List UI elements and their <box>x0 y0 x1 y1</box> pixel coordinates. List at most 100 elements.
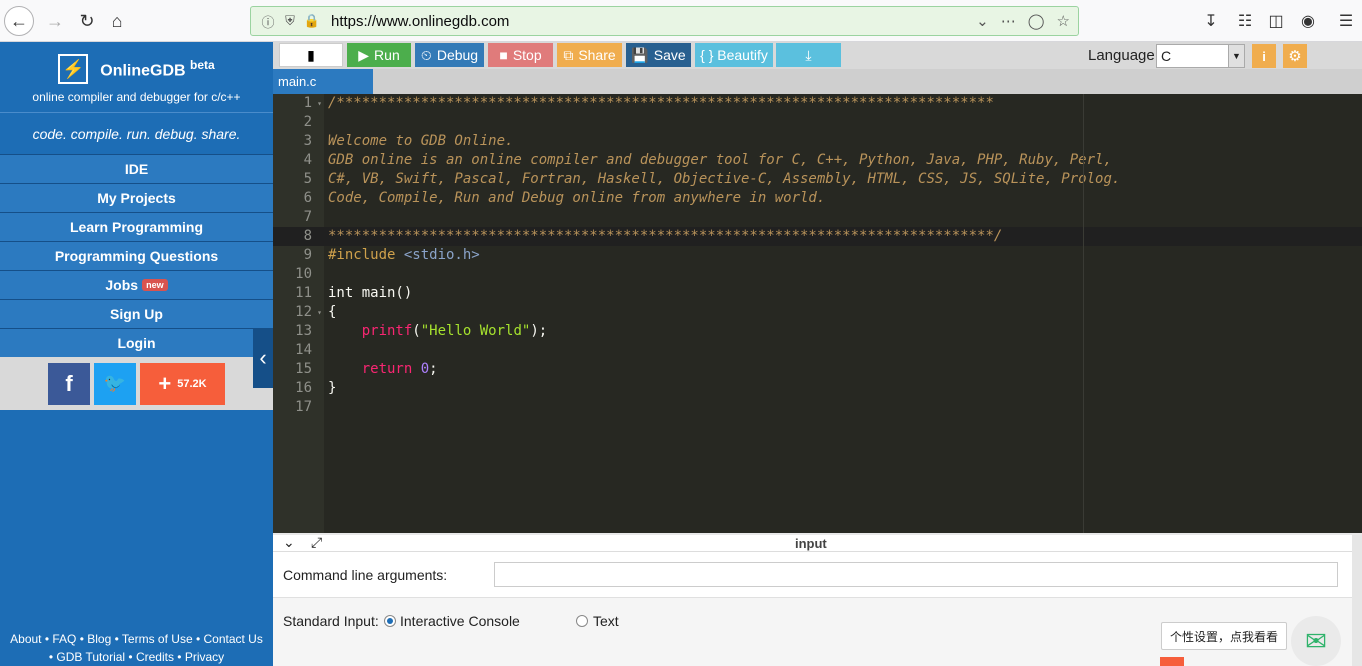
sidebar-item-my-projects[interactable]: My Projects <box>0 183 273 212</box>
text-label[interactable]: Text <box>593 613 619 629</box>
interactive-console-radio[interactable] <box>384 615 396 627</box>
expand-icon[interactable]: ⤢ <box>311 534 322 551</box>
code-line[interactable]: Code, Compile, Run and Debug online from… <box>324 189 1362 208</box>
share-count-button[interactable]: + 57.2K <box>140 362 225 405</box>
code-line[interactable] <box>324 341 1362 360</box>
code-line[interactable] <box>324 265 1362 284</box>
footer-line-2[interactable]: • GDB Tutorial • Credits • Privacy <box>0 648 273 666</box>
code-editor[interactable]: 1 ▾ 2 3 4 5 6 7 8 9 10 11 12 ▾ 13 14 15 16… <box>273 94 1362 533</box>
gear-icon[interactable]: ⚙ <box>1283 44 1307 68</box>
code-line[interactable]: printf("Hello World"); <box>324 322 1362 341</box>
file-icon: ▮ <box>307 46 315 63</box>
home-icon[interactable]: ⌂ <box>102 6 132 36</box>
std-input-label: Standard Input: <box>283 613 379 629</box>
text-radio[interactable] <box>576 615 588 627</box>
line-number: 4 <box>303 152 312 168</box>
line-number: 10 <box>295 266 312 282</box>
code-line[interactable]: ****************************************… <box>324 227 1362 246</box>
url-text[interactable]: https://www.onlinegdb.com <box>331 13 976 30</box>
code-line[interactable]: int main() <box>324 284 1362 303</box>
lock-icon[interactable]: 🔒 <box>303 12 321 30</box>
more-icon[interactable]: ⋯ <box>1001 12 1016 30</box>
chevron-down-icon: ▼ <box>1228 45 1244 67</box>
language-select[interactable]: C ▼ <box>1156 44 1245 68</box>
star-icon[interactable]: ☆ <box>1057 12 1070 30</box>
forward-icon[interactable]: → <box>40 6 70 36</box>
brand: ⚡ OnlineGDB beta online compiler and deb… <box>0 42 273 112</box>
line-number: 1 ▾ <box>303 95 322 111</box>
brand-subtitle: online compiler and debugger for c/c++ <box>32 90 241 104</box>
info-icon[interactable]: ⓘ <box>259 12 277 30</box>
play-icon: ▶ <box>358 46 370 63</box>
stop-button[interactable]: ■ Stop <box>488 43 553 67</box>
line-number: 15 <box>295 361 312 377</box>
save-button[interactable]: 💾 Save <box>626 43 691 67</box>
info-icon[interactable]: i <box>1252 44 1276 68</box>
debug-button[interactable]: ⏲ Debug <box>415 43 484 67</box>
sidebar-icon[interactable]: ◫ <box>1264 9 1288 33</box>
beautify-button[interactable]: { } Beautify <box>695 43 773 67</box>
command-line-arguments-input[interactable] <box>494 562 1338 587</box>
floppy-icon: 💾 <box>631 46 649 63</box>
line-number: 3 <box>303 133 312 149</box>
code-line[interactable]: Welcome to GDB Online. <box>324 132 1362 151</box>
brand-name[interactable]: OnlineGDB beta <box>100 58 214 80</box>
back-icon[interactable]: ← <box>4 6 34 36</box>
share-count: 57.2K <box>177 377 207 390</box>
reload-icon[interactable]: ↻ <box>72 6 102 36</box>
cla-label: Command line arguments: <box>283 567 448 583</box>
line-number: 17 <box>295 399 312 415</box>
code-line[interactable] <box>324 113 1362 132</box>
line-number: 8 <box>273 227 324 246</box>
language-label: Language <box>1088 47 1155 64</box>
twitter-icon[interactable]: 🐦 <box>94 362 136 405</box>
input-panel-header: ⌄ ⤢ input <box>273 534 1362 552</box>
code-line[interactable] <box>324 398 1362 417</box>
sidebar-item-learn-programming[interactable]: Learn Programming <box>0 212 273 241</box>
code-area[interactable]: /***************************************… <box>324 94 1362 533</box>
sidebar-item-sign-up[interactable]: Sign Up <box>0 299 273 328</box>
mail-icon[interactable]: ✉ <box>1291 616 1341 666</box>
settings-tooltip[interactable]: 个性设置，点我看看 <box>1161 622 1287 650</box>
collapse-sidebar-chevron-left-icon[interactable]: ‹ <box>253 328 273 388</box>
download-button[interactable]: ⤓ <box>776 43 841 67</box>
pocket-icon[interactable]: ◯ <box>1028 12 1045 30</box>
sidebar-item-login[interactable]: Login <box>0 328 273 357</box>
sidebar-item-ide[interactable]: IDE <box>0 154 273 183</box>
download-icon[interactable]: ↧ <box>1199 9 1223 33</box>
logo-icon[interactable]: ⚡ <box>58 54 89 84</box>
floating-widget-icon[interactable] <box>1160 657 1184 666</box>
share-button[interactable]: ⧉ Share <box>557 43 622 67</box>
print-margin <box>1083 94 1084 533</box>
code-line[interactable]: GDB online is an online compiler and deb… <box>324 151 1362 170</box>
code-line[interactable]: return 0; <box>324 360 1362 379</box>
tab-main-c[interactable]: main.c <box>273 69 373 94</box>
run-button[interactable]: ▶ Run <box>347 43 411 67</box>
social-share-bar: f 🐦 + 57.2K <box>0 357 273 410</box>
code-line[interactable]: { <box>324 303 1362 322</box>
new-file-button[interactable]: ▮ <box>279 43 343 67</box>
file-tabs: main.c <box>273 69 1362 94</box>
code-line[interactable] <box>324 208 1362 227</box>
address-bar[interactable]: ⓘ ⛨ 🔒 https://www.onlinegdb.com ⌄ ⋯ ◯ ☆ <box>250 6 1079 36</box>
chevron-down-icon[interactable]: ⌄ <box>283 534 295 551</box>
chevron-down-icon[interactable]: ⌄ <box>976 12 989 30</box>
footer-line-1[interactable]: About • FAQ • Blog • Terms of Use • Cont… <box>0 630 273 648</box>
code-line[interactable]: #include <stdio.h> <box>324 246 1362 265</box>
interactive-console-label[interactable]: Interactive Console <box>400 613 520 629</box>
menu-icon[interactable]: ☰ <box>1334 9 1358 33</box>
input-panel-title: input <box>795 536 827 551</box>
code-line[interactable]: /***************************************… <box>324 94 1362 113</box>
shield-icon[interactable]: ⛨ <box>281 12 299 30</box>
tagline: code. compile. run. debug. share. <box>0 112 273 154</box>
line-number: 2 <box>303 114 312 130</box>
facebook-icon[interactable]: f <box>48 362 90 405</box>
sidebar-item-jobs[interactable]: Jobs new <box>0 270 273 299</box>
code-line[interactable]: } <box>324 379 1362 398</box>
account-icon[interactable]: ◉ <box>1296 9 1320 33</box>
code-line[interactable]: C#, VB, Swift, Pascal, Fortran, Haskell,… <box>324 170 1362 189</box>
sidebar-item-programming-questions[interactable]: Programming Questions <box>0 241 273 270</box>
library-icon[interactable]: ☷ <box>1233 9 1257 33</box>
stop-icon: ■ <box>499 47 508 63</box>
scrollbar[interactable] <box>1352 535 1362 666</box>
